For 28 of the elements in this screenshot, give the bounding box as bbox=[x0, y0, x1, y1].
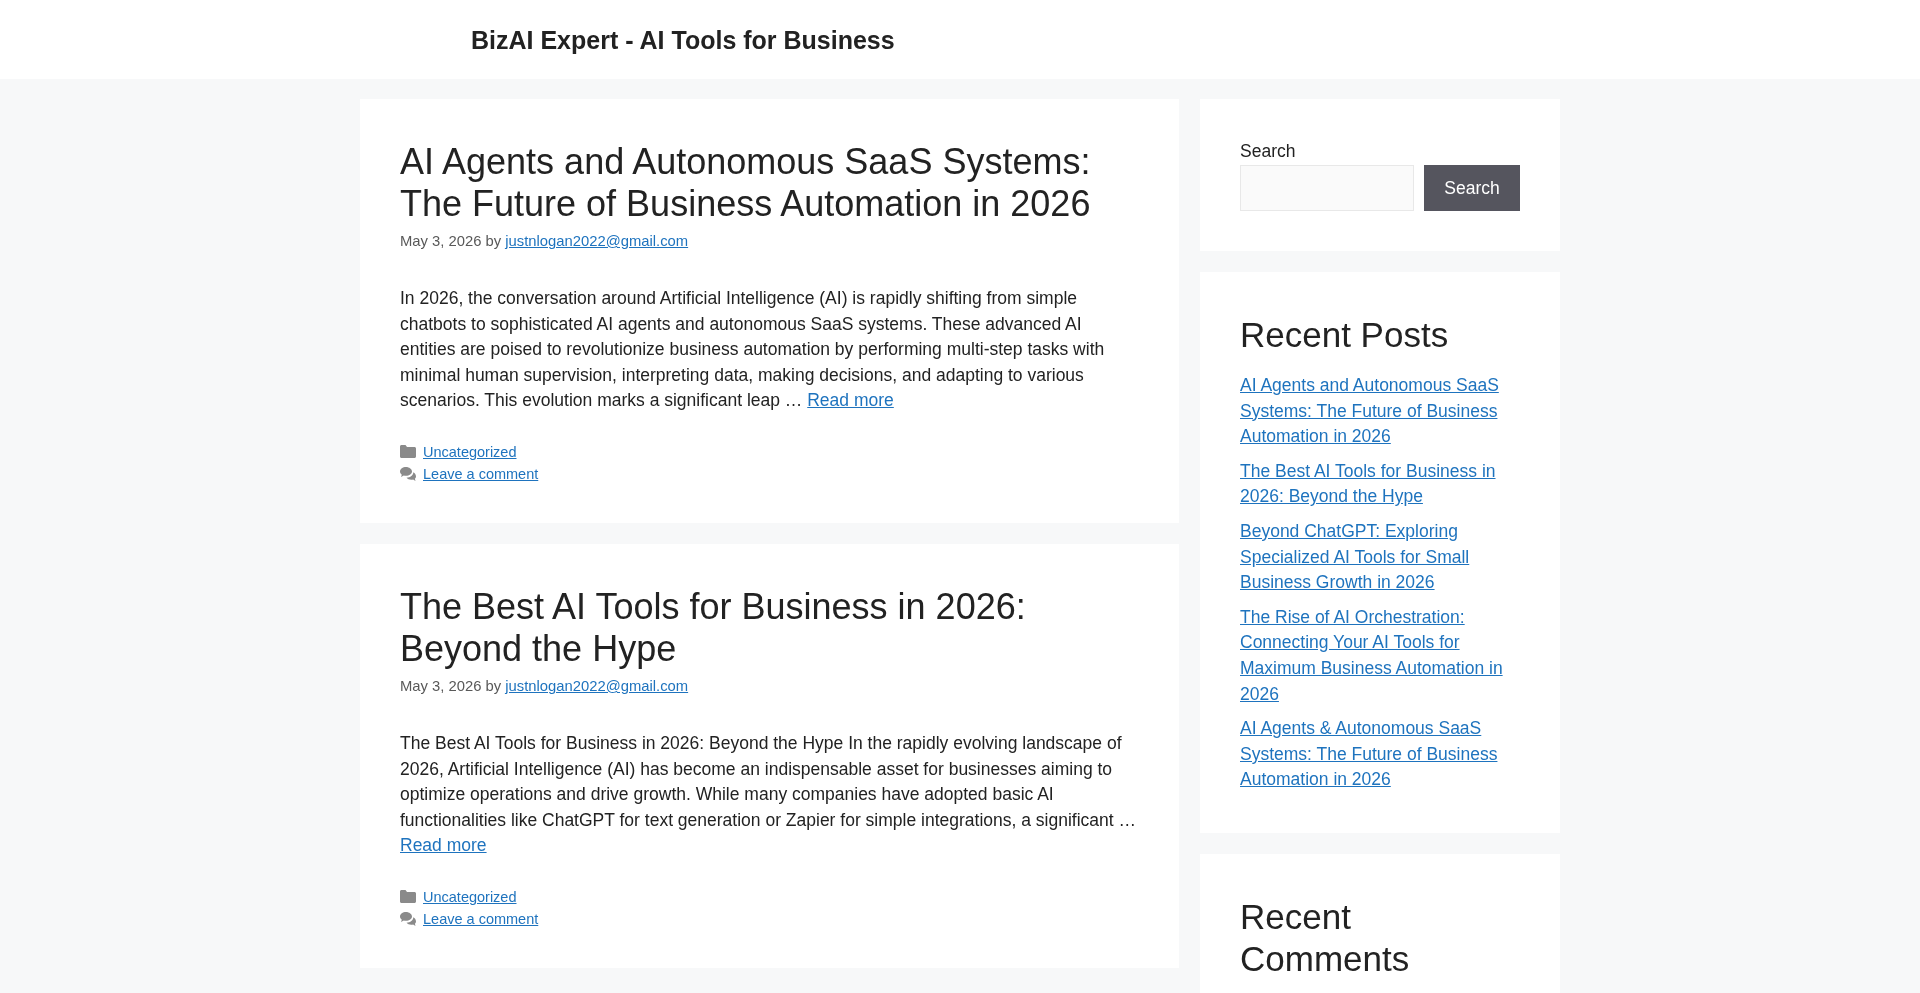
recent-post-link[interactable]: Beyond ChatGPT: Exploring Specialized AI Tools for Small Business Growth in 2026 bbox=[1240, 518, 1520, 596]
chat-bubbles-icon bbox=[400, 911, 416, 926]
post-title: The Best AI Tools for Business in 2026: Beyond the Hype bbox=[400, 585, 1027, 670]
search-button[interactable]: Search bbox=[1424, 165, 1520, 211]
folder-icon bbox=[400, 445, 416, 459]
comment-link[interactable]: Leave a comment bbox=[423, 907, 539, 930]
post-excerpt: The Best AI Tools for Business in 2026: Beyond the Hype In the rapidly evolving landscape of 2026, Artificial Intelligence (AI) has become an indispensable asset for businesses aiming to optimize operations and drive growth. While many companies have adopted basic AI functionalities like ChatGPT for text generation or Zapier for simple integrations, a significant … Read more bbox=[400, 731, 1137, 858]
read-more-link[interactable]: Read more bbox=[807, 390, 894, 411]
recent-post-link[interactable]: The Best AI Tools for Business in 2026: Beyond the Hype bbox=[1240, 458, 1520, 510]
category-link[interactable]: Uncategorized bbox=[423, 885, 517, 908]
folder-icon bbox=[400, 890, 416, 904]
chat-bubbles-icon bbox=[400, 466, 416, 481]
recent-post-link[interactable]: AI Agents and Autonomous SaaS Systems: The Future of Business Automation in 2026 bbox=[1240, 373, 1520, 450]
author-link[interactable]: justnlogan2022@gmail.com bbox=[505, 233, 689, 249]
site-title[interactable]: BizAI Expert - AI Tools for Business bbox=[471, 25, 895, 54]
post-meta: May 3, 2026 by justnlogan2022@gmail.com bbox=[400, 676, 690, 696]
category-link[interactable]: Uncategorized bbox=[423, 440, 517, 463]
read-more-link[interactable]: Read more bbox=[400, 835, 487, 856]
post-excerpt: In 2026, the conversation around Artificial Intelligence (AI) is rapidly shifting from simple chatbots to sophisticated AI agents and autonomous SaaS systems. These advanced AI entities are poised to revolutionize business automation by performing multi-step tasks with minimal human supervision, interpreting data, making decisions, and adapting to various scenarios. This evolution marks a significant leap … Read more bbox=[400, 287, 1106, 413]
widget-title: Recent Posts bbox=[1240, 314, 1450, 356]
post-meta: May 3, 2026 by justnlogan2022@gmail.com bbox=[400, 232, 690, 251]
recent-post-link[interactable]: AI Agents & Autonomous SaaS Systems: The Future of Business Automation in 2026 bbox=[1240, 716, 1520, 793]
recent-post-link[interactable]: The Rise of AI Orchestration: Connecting Your AI Tools for Maximum Business Automation in 2026 bbox=[1240, 604, 1520, 708]
search-label: Search bbox=[1240, 140, 1297, 163]
post-title: AI Agents and Autonomous SaaS Systems: The Future of Business Automation in 2026 bbox=[400, 141, 1092, 225]
comment-link[interactable]: Leave a comment bbox=[423, 462, 539, 485]
widget-title: Recent Comments bbox=[1240, 895, 1411, 980]
author-link[interactable]: justnlogan2022@gmail.com bbox=[505, 677, 689, 694]
